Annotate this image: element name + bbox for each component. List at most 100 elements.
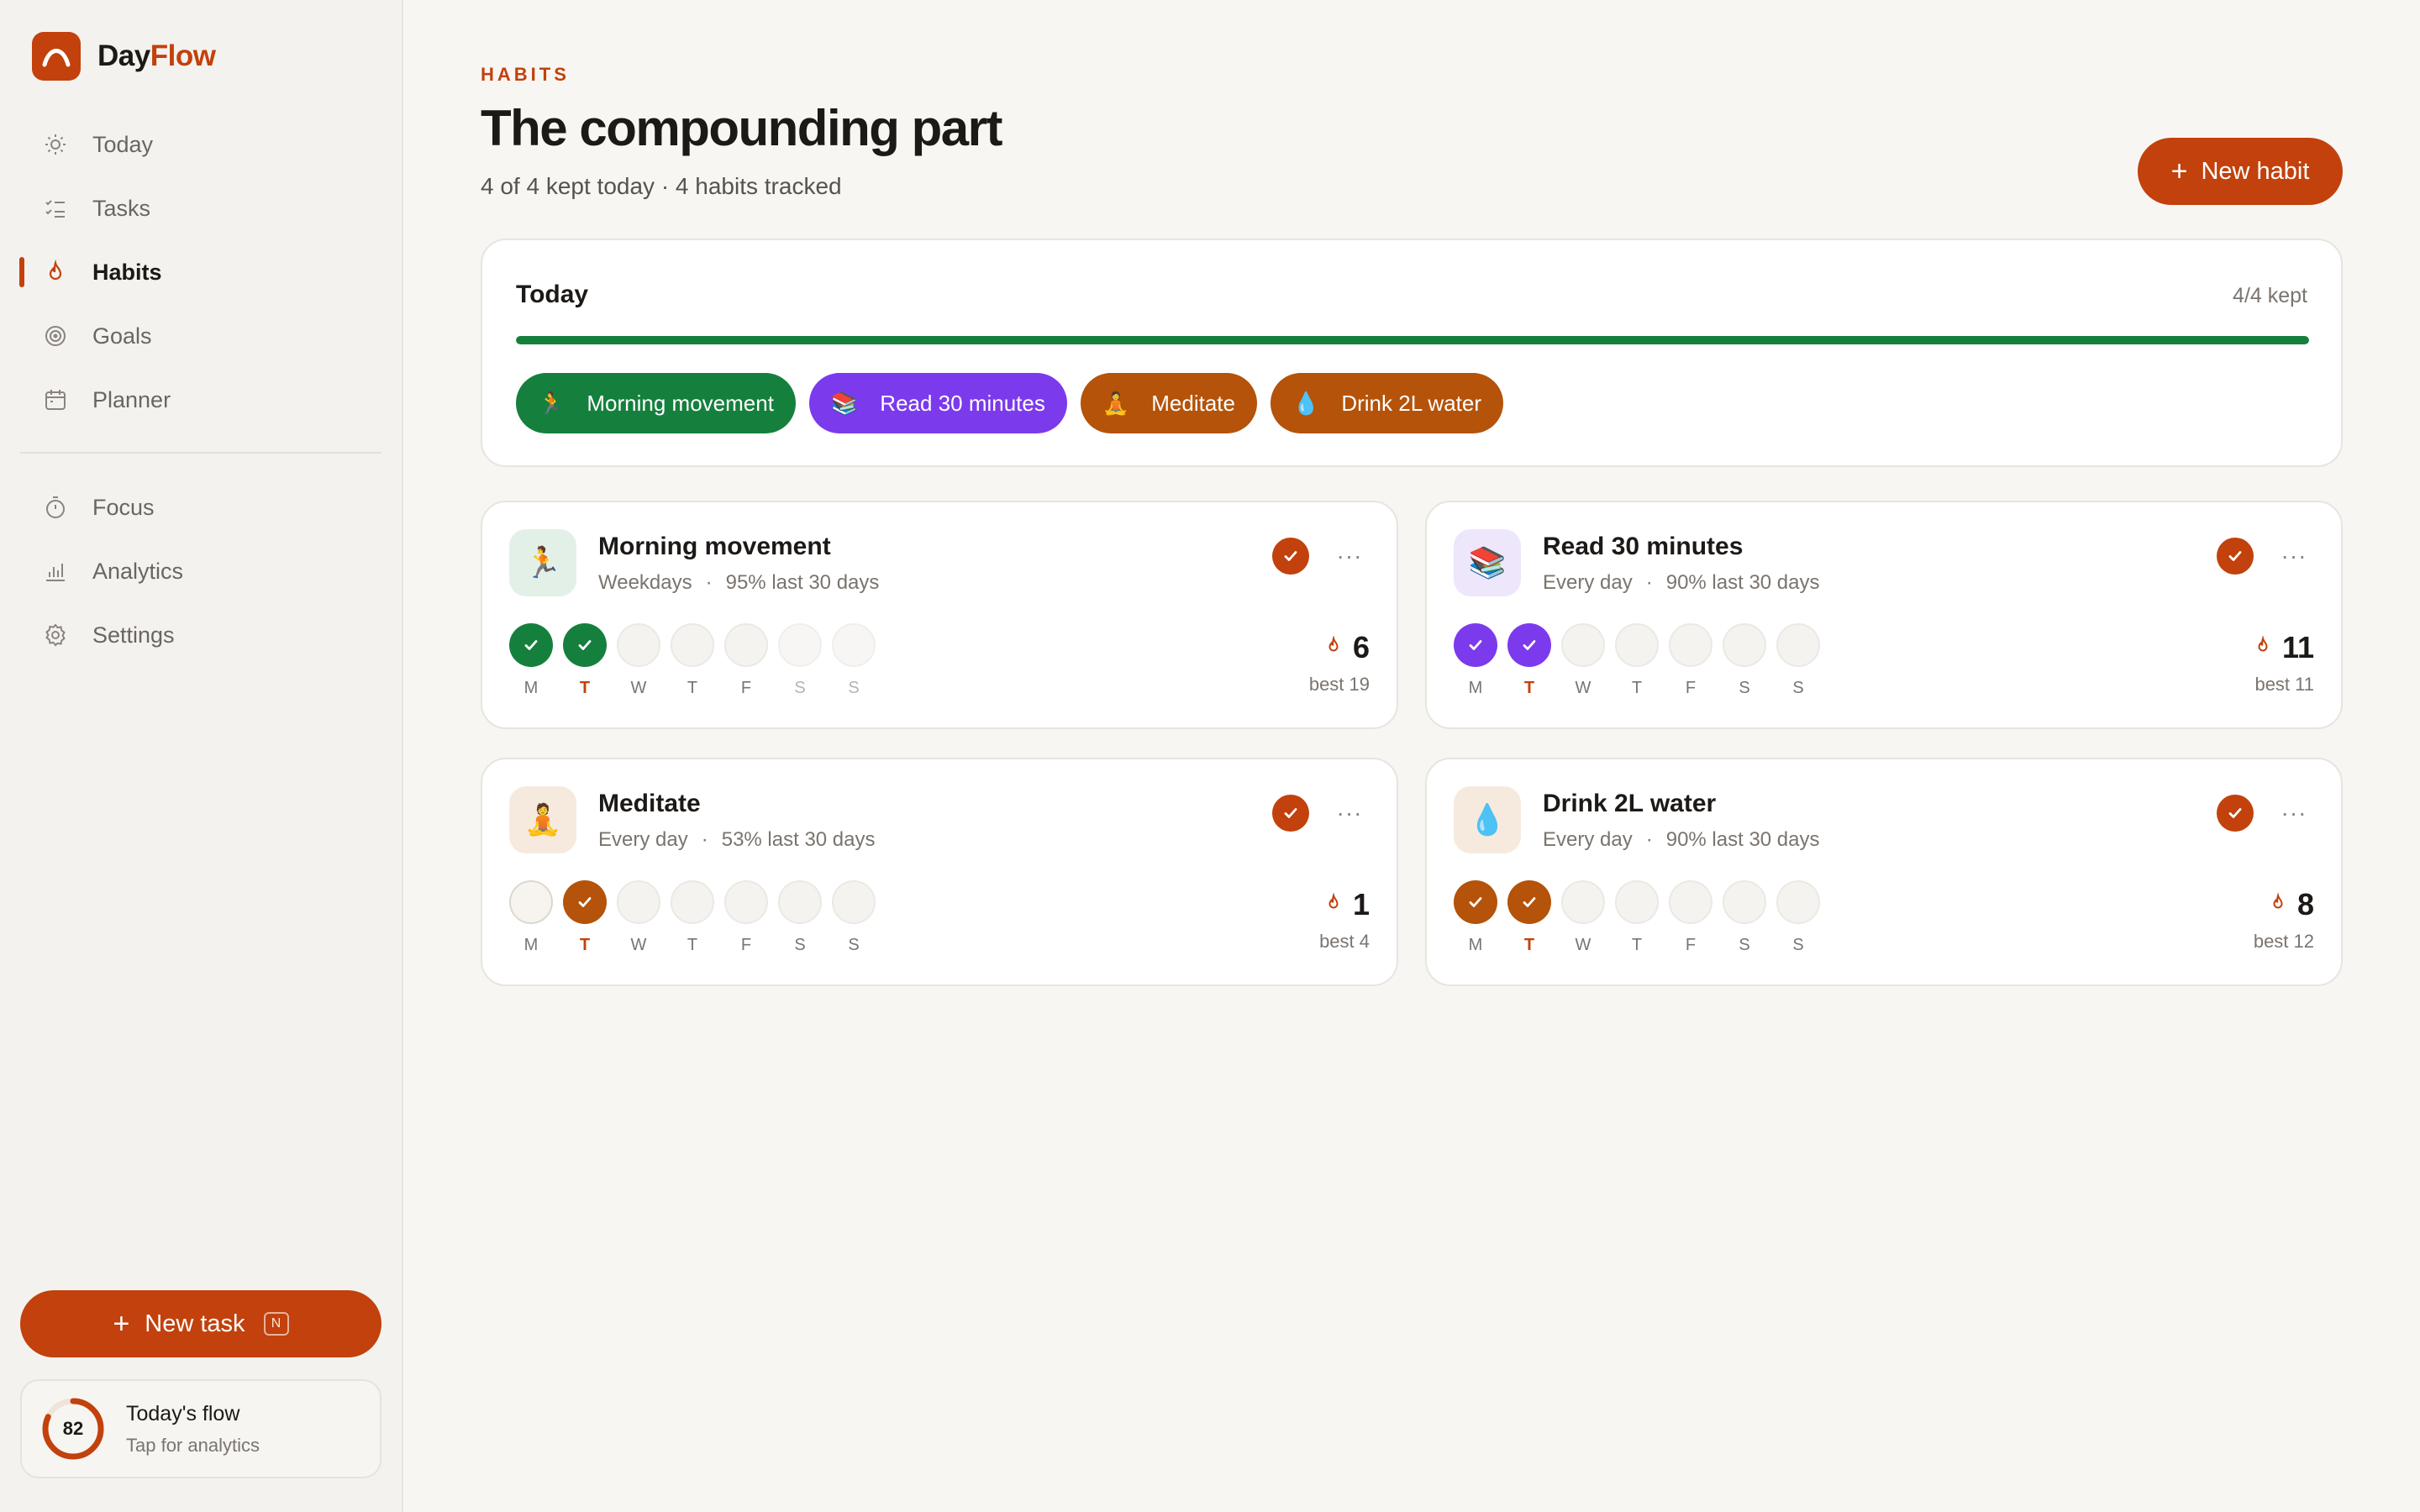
day-empty-circle[interactable] bbox=[671, 623, 714, 667]
day-empty-circle[interactable] bbox=[832, 880, 876, 924]
habit-card-read-30-minutes[interactable]: 📚 Read 30 minutes Every day · 90% last 30 … bbox=[1425, 501, 2343, 729]
day-empty-circle[interactable] bbox=[832, 623, 876, 667]
habit-emoji-icon: 💧 bbox=[1292, 390, 1320, 416]
habit-rate: 90% last 30 days bbox=[1665, 571, 1820, 594]
day-label: T bbox=[579, 936, 591, 954]
habit-rate: 95% last 30 days bbox=[725, 571, 880, 594]
streak-best: best 12 bbox=[2253, 931, 2314, 952]
habit-complete-toggle[interactable] bbox=[1272, 795, 1309, 832]
day-label: M bbox=[523, 936, 539, 954]
habit-meta: Every day · 53% last 30 days bbox=[598, 828, 876, 851]
day-done-check[interactable] bbox=[1507, 623, 1551, 667]
day-empty-circle[interactable] bbox=[1669, 623, 1712, 667]
sidebar-item-label: Analytics bbox=[92, 558, 184, 584]
bar-chart-icon bbox=[40, 556, 71, 586]
sidebar-item-habits[interactable]: Habits bbox=[19, 240, 381, 304]
habit-complete-toggle[interactable] bbox=[1272, 538, 1309, 575]
day-done-check[interactable] bbox=[1454, 880, 1497, 924]
sidebar-item-goals[interactable]: Goals bbox=[20, 304, 381, 368]
habit-card-meditate[interactable]: 🧘 Meditate Every day · 53% last 30 days ··… bbox=[481, 758, 1398, 986]
today-card-title: Today bbox=[516, 281, 589, 308]
day-empty-circle[interactable] bbox=[617, 880, 660, 924]
day-cell: T bbox=[1507, 623, 1551, 698]
habit-schedule: Every day bbox=[1543, 571, 1633, 594]
more-options-icon[interactable]: ··· bbox=[1331, 795, 1368, 832]
habit-week-tracker: M T W T F S S bbox=[509, 623, 876, 698]
day-empty-circle[interactable] bbox=[1561, 623, 1605, 667]
more-options-icon[interactable]: ··· bbox=[1331, 538, 1368, 575]
brand[interactable]: DayFlow bbox=[32, 32, 216, 81]
sidebar-item-analytics[interactable]: Analytics bbox=[20, 539, 381, 603]
more-options-icon[interactable]: ··· bbox=[2275, 795, 2312, 832]
plus-icon: + bbox=[2170, 155, 2188, 187]
habit-complete-toggle[interactable] bbox=[2217, 538, 2254, 575]
habit-schedule: Weekdays bbox=[598, 571, 692, 594]
flow-score: 82 bbox=[62, 1418, 84, 1439]
day-empty-circle[interactable] bbox=[1615, 880, 1659, 924]
day-label: T bbox=[687, 936, 698, 954]
day-empty-circle[interactable] bbox=[1776, 880, 1820, 924]
day-cell: W bbox=[617, 623, 660, 698]
day-label: S bbox=[1792, 936, 1804, 954]
day-cell: S bbox=[1776, 880, 1820, 955]
day-cell: W bbox=[1561, 623, 1605, 698]
habit-schedule: Every day bbox=[598, 828, 688, 851]
habit-streak: 6 best 19 bbox=[1309, 630, 1370, 696]
day-done-check[interactable] bbox=[1454, 623, 1497, 667]
day-cell: S bbox=[832, 880, 876, 955]
day-label: T bbox=[579, 679, 591, 697]
habit-schedule: Every day bbox=[1543, 828, 1633, 851]
habit-chip-drink-2l-water[interactable]: 💧 Drink 2L water bbox=[1270, 373, 1503, 433]
todays-flow-card[interactable]: 82 Today's flow Tap for analytics bbox=[20, 1379, 381, 1478]
habit-meta: Every day · 90% last 30 days bbox=[1543, 571, 1820, 594]
day-empty-circle[interactable] bbox=[671, 880, 714, 924]
sidebar-item-tasks[interactable]: Tasks bbox=[20, 176, 381, 240]
page-subtitle: 4 of 4 kept today · 4 habits tracked bbox=[481, 173, 842, 199]
habit-chip-morning-movement[interactable]: 🏃 Morning movement bbox=[516, 373, 796, 433]
day-label: T bbox=[1523, 679, 1535, 697]
habit-chip-read-30-minutes[interactable]: 📚 Read 30 minutes bbox=[808, 373, 1067, 433]
day-label: S bbox=[1739, 679, 1750, 697]
day-empty-circle[interactable] bbox=[617, 623, 660, 667]
sidebar-item-planner[interactable]: Planner bbox=[20, 368, 381, 432]
day-empty-circle[interactable] bbox=[1723, 880, 1766, 924]
more-options-icon[interactable]: ··· bbox=[2275, 538, 2312, 575]
habit-week-tracker: M T W T F S S bbox=[1454, 880, 1820, 955]
sidebar-item-settings[interactable]: Settings bbox=[20, 603, 381, 667]
day-label: T bbox=[1631, 936, 1643, 954]
plus-icon: + bbox=[113, 1308, 130, 1340]
day-label: T bbox=[687, 679, 698, 697]
day-label: M bbox=[1468, 936, 1483, 954]
habit-card-morning-movement[interactable]: 🏃 Morning movement Weekdays · 95% last 30 … bbox=[481, 501, 1398, 729]
day-empty-circle[interactable] bbox=[1561, 880, 1605, 924]
new-habit-button[interactable]: + New habit bbox=[2138, 138, 2343, 205]
day-empty-circle[interactable] bbox=[1669, 880, 1712, 924]
sidebar-item-focus[interactable]: Focus bbox=[20, 475, 381, 539]
day-cell: T bbox=[1615, 880, 1659, 955]
day-empty-circle[interactable] bbox=[778, 623, 822, 667]
new-task-button[interactable]: + New task N bbox=[20, 1290, 381, 1357]
habit-complete-toggle[interactable] bbox=[2217, 795, 2254, 832]
sidebar-item-label: Today bbox=[92, 131, 154, 157]
day-empty-circle[interactable] bbox=[724, 623, 768, 667]
day-empty-circle[interactable] bbox=[778, 880, 822, 924]
day-empty-circle[interactable] bbox=[509, 880, 553, 924]
day-cell: F bbox=[1669, 623, 1712, 698]
day-done-check[interactable] bbox=[563, 623, 607, 667]
day-cell: M bbox=[509, 623, 553, 698]
day-empty-circle[interactable] bbox=[724, 880, 768, 924]
day-done-check[interactable] bbox=[509, 623, 553, 667]
day-cell: S bbox=[778, 623, 822, 698]
habit-chip-meditate[interactable]: 🧘 Meditate bbox=[1080, 373, 1257, 433]
day-empty-circle[interactable] bbox=[1776, 623, 1820, 667]
day-empty-circle[interactable] bbox=[1723, 623, 1766, 667]
day-done-check[interactable] bbox=[563, 880, 607, 924]
day-empty-circle[interactable] bbox=[1615, 623, 1659, 667]
target-icon bbox=[40, 321, 71, 351]
calendar-icon bbox=[40, 385, 71, 415]
day-label: M bbox=[523, 679, 539, 697]
sidebar-item-today[interactable]: Today bbox=[20, 113, 381, 176]
day-done-check[interactable] bbox=[1507, 880, 1551, 924]
streak-count: 11 bbox=[2281, 630, 2314, 664]
habit-card-drink-2l-water[interactable]: 💧 Drink 2L water Every day · 90% last 30 d… bbox=[1425, 758, 2343, 986]
